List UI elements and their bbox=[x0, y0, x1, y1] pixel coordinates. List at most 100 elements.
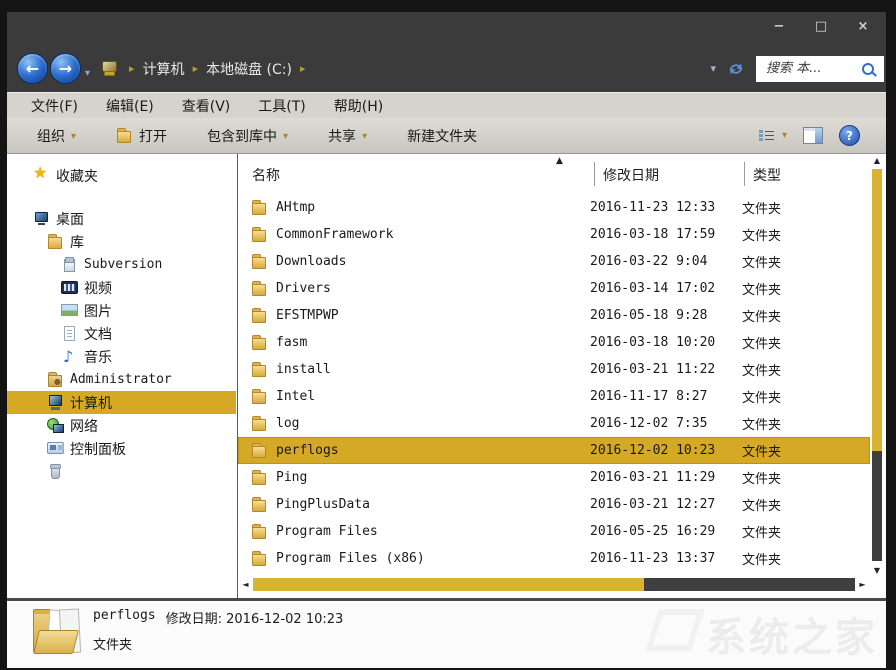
scroll-right-icon[interactable]: ► bbox=[857, 580, 868, 589]
scroll-left-icon[interactable]: ◄ bbox=[240, 580, 251, 589]
desktop-icon bbox=[33, 211, 50, 226]
sidebar-item-label: 图片 bbox=[84, 301, 112, 321]
close-button[interactable]: × bbox=[854, 17, 872, 35]
change-view-icon[interactable] bbox=[759, 129, 774, 142]
table-row[interactable]: log 2016-12-02 7:35 文件夹 bbox=[238, 410, 870, 437]
sidebar-item[interactable]: 计算机 bbox=[7, 391, 236, 414]
folder-icon bbox=[251, 443, 268, 458]
main-content: 收藏夹 桌面 库 Subversion 视频 图片 文档 音乐 bbox=[7, 154, 886, 598]
table-row[interactable]: Program Files 2016-05-25 16:29 文件夹 bbox=[238, 518, 870, 545]
table-row[interactable]: AHtmp 2016-11-23 12:33 文件夹 bbox=[238, 194, 870, 221]
menu-item[interactable]: 文件(F) bbox=[17, 96, 92, 116]
table-row[interactable]: PingPlusData 2016-03-21 12:27 文件夹 bbox=[238, 491, 870, 518]
star-icon bbox=[33, 168, 50, 183]
maximize-button[interactable]: □ bbox=[812, 17, 830, 35]
forward-button[interactable]: → bbox=[50, 53, 81, 84]
help-icon[interactable]: ? bbox=[839, 125, 860, 146]
sidebar-item[interactable]: 库 bbox=[7, 230, 236, 253]
column-headers: 名称 ▲ 修改日期 类型 bbox=[238, 156, 870, 190]
menu-item[interactable]: 帮助(H) bbox=[320, 96, 397, 116]
table-row[interactable]: Downloads 2016-03-22 9:04 文件夹 bbox=[238, 248, 870, 275]
sidebar-item-label: 控制面板 bbox=[70, 439, 126, 459]
sidebar-item[interactable]: 音乐 bbox=[7, 345, 236, 368]
folder-icon bbox=[47, 234, 64, 249]
folder-icon bbox=[251, 389, 268, 404]
horizontal-scrollbar[interactable]: ◄ ► bbox=[240, 577, 868, 592]
sidebar-item[interactable]: Administrator bbox=[7, 368, 236, 391]
search-icon[interactable] bbox=[862, 63, 874, 75]
file-type: 文件夹 bbox=[742, 252, 781, 271]
table-row[interactable]: EFSTMPWP 2016-05-18 9:28 文件夹 bbox=[238, 302, 870, 329]
breadcrumb-label: 计算机 bbox=[143, 59, 185, 79]
menu-item[interactable]: 编辑(E) bbox=[92, 96, 168, 116]
sidebar-item[interactable] bbox=[7, 460, 236, 483]
folder-icon bbox=[251, 470, 268, 485]
horizontal-scroll-thumb[interactable] bbox=[253, 578, 644, 591]
file-name: AHtmp bbox=[276, 200, 590, 215]
sidebar-item[interactable]: 文档 bbox=[7, 322, 236, 345]
table-row[interactable]: Ping 2016-03-21 11:29 文件夹 bbox=[238, 464, 870, 491]
sidebar-item[interactable]: 控制面板 bbox=[7, 437, 236, 460]
file-date: 2016-11-17 8:27 bbox=[590, 389, 742, 404]
file-date: 2016-03-21 12:27 bbox=[590, 497, 742, 512]
file-name: CommonFramework bbox=[276, 227, 590, 242]
toolbar-button[interactable]: 打开 bbox=[104, 126, 179, 146]
table-row[interactable]: Program Files (x86) 2016-11-23 13:37 文件夹 bbox=[238, 545, 870, 572]
file-name: Ping bbox=[276, 470, 590, 485]
vertical-scroll-track[interactable] bbox=[872, 169, 882, 561]
sidebar-item[interactable]: 网络 bbox=[7, 414, 236, 437]
scroll-down-icon[interactable]: ▼ bbox=[872, 566, 882, 576]
sidebar-item[interactable]: 桌面 bbox=[7, 207, 236, 230]
column-divider[interactable] bbox=[594, 162, 595, 186]
file-type: 文件夹 bbox=[742, 360, 781, 379]
vertical-scrollbar[interactable]: ▲ ▼ bbox=[872, 156, 882, 576]
preview-pane-icon[interactable] bbox=[803, 127, 823, 144]
table-row[interactable]: Drivers 2016-03-14 17:02 文件夹 bbox=[238, 275, 870, 302]
sidebar-item[interactable]: 图片 bbox=[7, 299, 236, 322]
music-icon bbox=[61, 349, 78, 364]
file-type: 文件夹 bbox=[742, 468, 781, 487]
file-type: 文件夹 bbox=[742, 441, 781, 460]
library-icon bbox=[61, 257, 78, 272]
toolbar-button[interactable]: 包含到库中 ▾ bbox=[195, 126, 300, 146]
table-row[interactable]: perflogs 2016-12-02 10:23 文件夹 bbox=[238, 437, 870, 464]
table-row[interactable]: CommonFramework 2016-03-18 17:59 文件夹 bbox=[238, 221, 870, 248]
column-header-date[interactable]: 修改日期 bbox=[603, 165, 659, 185]
sidebar-item[interactable]: Subversion bbox=[7, 253, 236, 276]
column-header-name[interactable]: 名称 bbox=[252, 165, 280, 185]
sidebar-item-label: 库 bbox=[70, 232, 84, 252]
column-divider[interactable] bbox=[744, 162, 745, 186]
toolbar-button[interactable]: 共享 ▾ bbox=[316, 126, 379, 146]
search-input[interactable] bbox=[764, 60, 862, 77]
watermark: 系统之家 bbox=[652, 605, 878, 663]
document-icon bbox=[61, 326, 78, 341]
table-row[interactable]: Intel 2016-11-17 8:27 文件夹 bbox=[238, 383, 870, 410]
address-dropdown-icon[interactable]: ▾ bbox=[710, 62, 716, 75]
breadcrumb-item[interactable]: ▸ 计算机 bbox=[121, 59, 185, 79]
horizontal-scroll-track[interactable] bbox=[253, 578, 855, 591]
breadcrumb-item[interactable]: ▸ 本地磁盘 (C:) bbox=[185, 59, 292, 79]
menu-item[interactable]: 查看(V) bbox=[168, 96, 245, 116]
file-date: 2016-03-18 17:59 bbox=[590, 227, 742, 242]
file-type: 文件夹 bbox=[742, 279, 781, 298]
file-type: 文件夹 bbox=[742, 414, 781, 433]
column-header-type[interactable]: 类型 bbox=[753, 165, 781, 185]
table-row[interactable]: fasm 2016-03-18 10:20 文件夹 bbox=[238, 329, 870, 356]
sidebar-item[interactable]: 视频 bbox=[7, 276, 236, 299]
history-dropdown-icon[interactable]: ▾ bbox=[85, 68, 90, 79]
toolbar-button[interactable]: 新建文件夹 bbox=[395, 126, 489, 146]
minimize-button[interactable]: − bbox=[770, 17, 788, 35]
vertical-scroll-thumb[interactable] bbox=[872, 169, 882, 451]
toolbar-button[interactable]: 组织 ▾ bbox=[25, 126, 88, 146]
file-name: fasm bbox=[276, 335, 590, 350]
table-row[interactable]: install 2016-03-21 11:22 文件夹 bbox=[238, 356, 870, 383]
back-button[interactable]: ← bbox=[17, 53, 48, 84]
status-type: 文件夹 bbox=[93, 634, 343, 653]
sidebar-item[interactable]: 收藏夹 bbox=[7, 164, 236, 187]
scroll-up-icon[interactable]: ▲ bbox=[872, 156, 882, 166]
file-name: Program Files (x86) bbox=[276, 551, 590, 566]
folder-icon bbox=[116, 128, 133, 143]
chevron-down-icon[interactable]: ▾ bbox=[782, 130, 787, 141]
menu-item[interactable]: 工具(T) bbox=[244, 96, 319, 116]
refresh-icon[interactable] bbox=[726, 59, 746, 79]
